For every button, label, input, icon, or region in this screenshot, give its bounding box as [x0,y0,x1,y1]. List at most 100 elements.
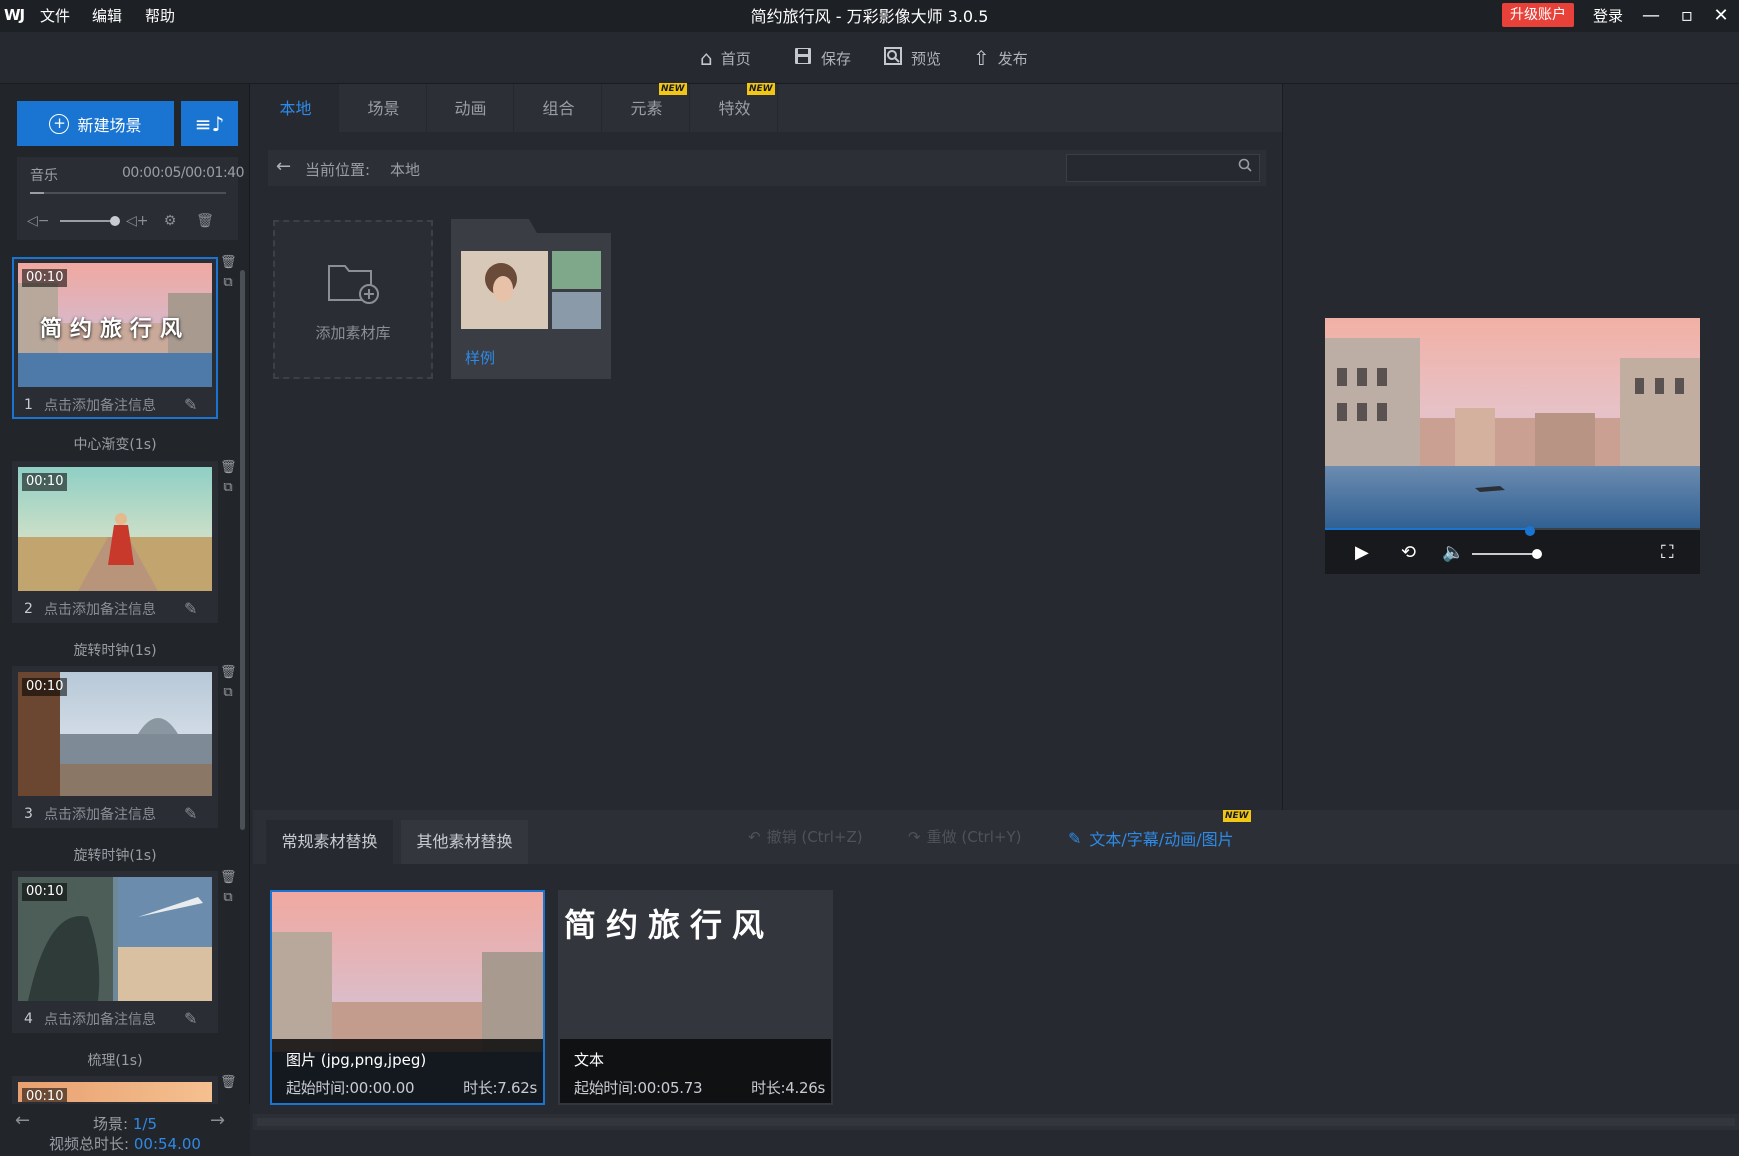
scene-title-overlay: 简约旅行风 [39,317,190,342]
video-preview[interactable] [1325,318,1700,530]
replay-icon[interactable]: ⟲ [1401,542,1416,563]
clip-duration: 时长:7.62s [463,1079,537,1097]
preview-volume-slider[interactable] [1472,553,1538,555]
scene-card-2[interactable]: 00:10 2 点击添加备注信息 ✎ [12,461,218,623]
scene-duration: 00:10 [22,269,68,287]
minimize-icon[interactable]: — [1636,2,1666,30]
clip-type: 图片 (jpg,png,jpeg) [286,1051,427,1069]
clip-info: 文本 起始时间:00:05.73 时长:4.26s [560,1039,831,1103]
edit-pencil-icon[interactable]: ✎ [184,395,197,414]
scene-card-1[interactable]: 简约旅行风 00:10 1 点击添加备注信息 ✎ [12,257,218,419]
scene-card-3[interactable]: 00:10 3 点击添加备注信息 ✎ [12,666,218,828]
transition-label[interactable]: 旋转时钟(1s) [12,845,218,865]
close-icon[interactable]: ✕ [1706,2,1736,30]
music-progress[interactable] [30,192,226,194]
scene-index: 3 [24,806,33,822]
scene-note[interactable]: 点击添加备注信息 [44,1009,156,1029]
scene-thumbnail: 00:10 [18,1082,212,1102]
tab-scene[interactable]: 场景 [341,84,427,132]
transition-label[interactable]: 中心渐变(1s) [12,434,218,454]
scene-thumbnail: 00:10 [18,877,212,1001]
save-label: 保存 [821,49,852,68]
clip-type: 文本 [574,1051,605,1069]
scene-index: 2 [24,601,33,617]
publish-button[interactable]: ⇧ 发布 [973,44,1028,72]
scene-list-scrollbar[interactable] [240,270,245,830]
scene-card-5[interactable]: 00:10 [12,1076,218,1104]
material-library [253,84,1282,810]
undo-button[interactable]: ↶ 撤销 (Ctrl+Z) [748,826,863,847]
search-icon[interactable] [1238,158,1252,176]
edit-pencil-icon[interactable]: ✎ [184,804,197,823]
scene-delete-icon[interactable]: 🗑 ⧉ [220,253,237,293]
tab-other-replace[interactable]: 其他素材替换 [401,820,528,864]
scene-index: 1 [24,397,33,413]
scene-count: 场景: 1/5 [0,1113,250,1134]
menu-file[interactable]: 文件 [40,5,70,27]
redo-label: 重做 (Ctrl+Y) [926,828,1022,846]
volume-down-icon[interactable]: ◁− [27,210,50,232]
tab-local[interactable]: 本地 [253,84,339,132]
preview-button[interactable]: 预览 [883,44,941,72]
preview-volume-knob[interactable] [1532,549,1542,559]
edit-pencil-icon[interactable]: ✎ [184,1009,197,1028]
save-icon [793,46,813,71]
music-delete-icon[interactable]: 🗑 [194,210,216,232]
scene-note[interactable]: 点击添加备注信息 [44,804,156,824]
clip-info: 图片 (jpg,png,jpeg) 起始时间:00:00.00 时长:7.62s [272,1039,543,1103]
music-list-button[interactable]: ≡♪ [181,101,238,146]
material-search-input[interactable] [1066,154,1260,182]
transition-label[interactable]: 旋转时钟(1s) [12,640,218,660]
text-clip-card[interactable]: 简约旅行风 文本 起始时间:00:05.73 时长:4.26s [558,890,833,1105]
fullscreen-icon[interactable]: ⛶ [1661,542,1674,563]
music-settings-icon[interactable]: ⚙ [159,210,181,232]
menu-help[interactable]: 帮助 [145,5,175,27]
clip-duration: 时长:4.26s [751,1079,825,1097]
preview-icon [883,46,903,71]
music-label: 音乐 [30,168,58,184]
tab-animation[interactable]: 动画 [428,84,514,132]
upgrade-account-button[interactable]: 升级账户 [1502,3,1574,27]
music-volume-slider[interactable] [60,220,116,222]
save-button[interactable]: 保存 [793,44,851,72]
menu-edit[interactable]: 编辑 [92,5,122,27]
back-arrow-icon[interactable]: ← [276,156,291,177]
add-library-button[interactable] [273,220,433,379]
clip-scrollbar[interactable] [253,1114,1739,1130]
speaker-icon[interactable]: 🔈 [1442,542,1464,563]
new-badge: NEW [659,83,687,95]
breadcrumb-path[interactable]: 本地 [390,159,420,180]
music-volume-knob[interactable] [110,216,120,226]
playback-knob[interactable] [1525,526,1535,536]
music-list-icon: ≡♪ [194,111,225,136]
maximize-icon[interactable]: ▫ [1672,2,1702,30]
text-animation-button[interactable]: ✎ 文本/字幕/动画/图片 [1068,826,1234,850]
edit-pencil-icon[interactable]: ✎ [184,599,197,618]
scene-delete-icon[interactable]: 🗑 ⧉ [220,458,237,498]
scene-card-4[interactable]: 00:10 4 点击添加备注信息 ✎ [12,871,218,1033]
tab-regular-replace[interactable]: 常规素材替换 [266,820,393,864]
scene-note[interactable]: 点击添加备注信息 [44,395,156,415]
home-button[interactable]: ⌂ 首页 [700,44,751,72]
home-icon: ⌂ [700,46,713,70]
scene-thumbnail: 00:10 [18,672,212,796]
text-clip-content: 简约旅行风 [564,906,775,944]
scene-note[interactable]: 点击添加备注信息 [44,599,156,619]
tab-combination[interactable]: 组合 [516,84,602,132]
clip-start-time: 起始时间:00:05.73 [574,1079,703,1097]
scene-delete-icon[interactable]: 🗑 [220,1073,236,1103]
transition-label[interactable]: 梳理(1s) [12,1050,218,1070]
image-clip-card[interactable]: 图片 (jpg,png,jpeg) 起始时间:00:00.00 时长:7.62s [270,890,545,1105]
scene-delete-icon[interactable]: 🗑 ⧉ [220,868,237,908]
total-duration: 视频总时长: 00:54.00 [0,1133,250,1154]
new-badge: NEW [747,83,775,95]
volume-up-icon[interactable]: ◁+ [126,210,149,232]
plus-circle-icon: + [49,113,70,134]
play-icon[interactable]: ▶ [1355,542,1369,563]
text-animation-label: 文本/字幕/动画/图片 [1089,830,1234,849]
redo-button[interactable]: ↷ 重做 (Ctrl+Y) [908,826,1021,847]
login-button[interactable]: 登录 [1593,5,1623,27]
scene-delete-icon[interactable]: 🗑 ⧉ [220,663,237,703]
new-scene-button[interactable]: + 新建场景 [17,101,174,146]
scene-index: 4 [24,1011,33,1027]
